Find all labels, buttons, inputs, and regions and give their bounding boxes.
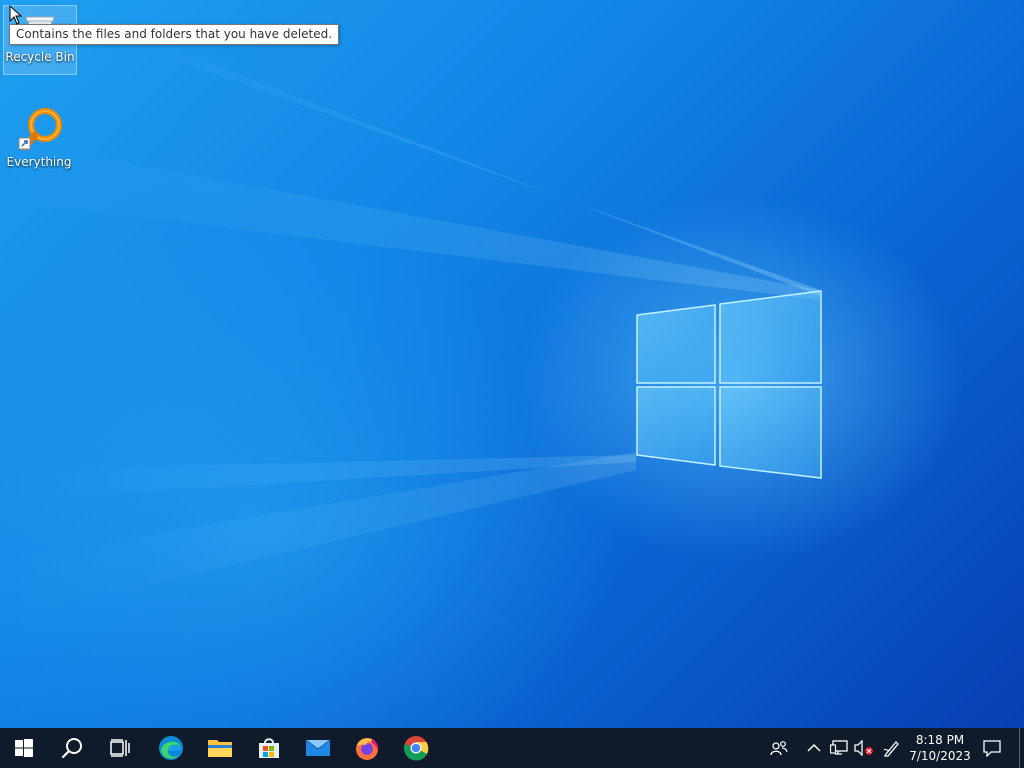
folder-icon: [208, 740, 232, 757]
tray-people-button[interactable]: [766, 728, 792, 768]
search-icon: [61, 738, 82, 759]
taskbar-chrome-button[interactable]: [392, 728, 440, 768]
chevron-up-icon: [807, 743, 821, 752]
action-center-icon: [983, 740, 1001, 757]
action-center-button[interactable]: [978, 728, 1006, 768]
everything-search-icon: [18, 108, 62, 151]
recycle-bin-tooltip: Contains the files and folders that you …: [9, 24, 340, 45]
start-button[interactable]: [0, 728, 48, 768]
clock-time: 8:18 PM: [915, 733, 965, 747]
taskbar-mail-button[interactable]: [294, 728, 342, 768]
people-icon: [770, 741, 788, 756]
pen-icon: [883, 741, 899, 757]
tray-network-button[interactable]: [828, 728, 850, 768]
edge-icon: [159, 736, 183, 760]
mail-icon: [305, 739, 331, 756]
mouse-cursor-icon: [9, 5, 23, 25]
store-icon: [259, 738, 279, 758]
tray-pen-workspace-button[interactable]: [880, 728, 904, 768]
taskbar-edge-button[interactable]: [147, 728, 195, 768]
show-desktop-button[interactable]: [1019, 728, 1024, 768]
desktop[interactable]: Recycle Bin Everything Contains the file…: [0, 0, 1024, 728]
desktop-icon-label: Recycle Bin: [5, 50, 75, 64]
chrome-icon: [404, 736, 429, 761]
taskbar-firefox-button[interactable]: [343, 728, 391, 768]
taskbar-store-button[interactable]: [245, 728, 293, 768]
taskbar-clock[interactable]: 8:18 PM 7/10/2023: [904, 728, 976, 768]
clock-date: 7/10/2023: [909, 749, 971, 763]
volume-muted-icon: [854, 740, 873, 756]
task-view-icon: [110, 739, 130, 757]
desktop-icon-everything[interactable]: Everything: [3, 105, 75, 175]
tray-show-hidden-icons-button[interactable]: [804, 728, 824, 768]
windows-logo-icon: [15, 739, 33, 757]
taskbar-file-explorer-button[interactable]: [196, 728, 244, 768]
wallpaper: [0, 40, 822, 620]
network-icon: [830, 740, 848, 755]
task-view-button[interactable]: [96, 728, 144, 768]
desktop-icon-label: Everything: [6, 155, 72, 169]
search-button[interactable]: [48, 728, 96, 768]
windows-logo-wallpaper-icon: [636, 290, 822, 479]
firefox-icon: [356, 738, 379, 760]
taskbar: 8:18 PM 7/10/2023: [0, 728, 1024, 768]
tray-volume-button[interactable]: [852, 728, 876, 768]
